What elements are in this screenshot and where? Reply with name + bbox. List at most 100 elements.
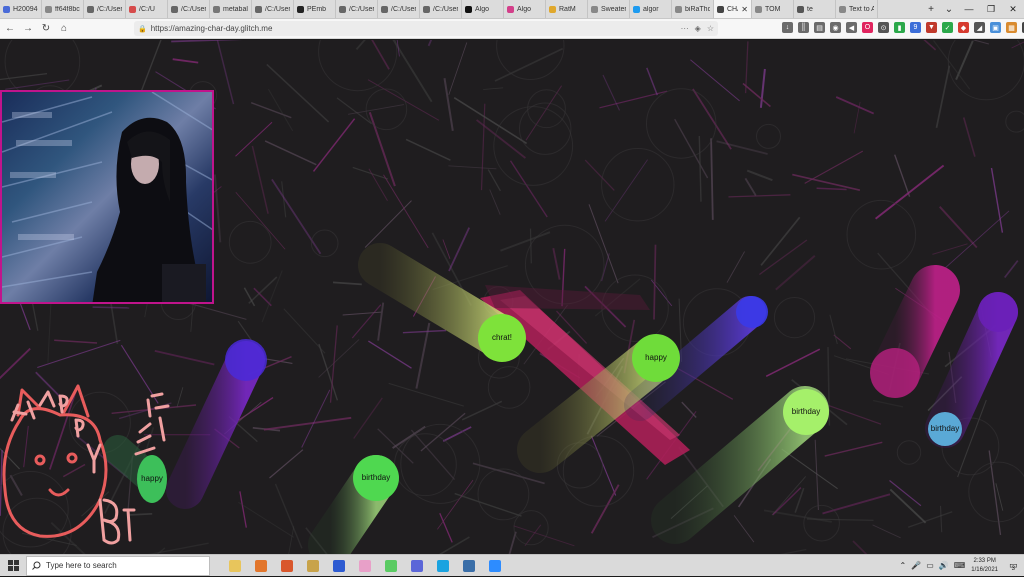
app-icon xyxy=(229,560,241,572)
tray-icon[interactable]: 🎤 xyxy=(911,561,921,570)
scribble-line xyxy=(941,40,989,44)
scribble-line xyxy=(525,525,541,546)
extension-icon[interactable]: O xyxy=(862,22,873,33)
extension-icon[interactable]: ▦ xyxy=(1006,22,1017,33)
taskbar-app-button[interactable] xyxy=(458,555,480,577)
url-text[interactable]: https://amazing-char-day.glitch.me xyxy=(151,24,273,33)
browser-tab[interactable]: Algo xyxy=(462,0,504,18)
browser-tab[interactable]: /C:/User xyxy=(378,0,420,18)
browser-tab[interactable]: ff64f8bc xyxy=(42,0,84,18)
scribble-line xyxy=(455,494,522,516)
browser-tab[interactable]: biRaThday xyxy=(672,0,714,18)
app-icon xyxy=(307,560,319,572)
browser-tab[interactable]: /C:/Users xyxy=(168,0,210,18)
tab-label: H20094-1 xyxy=(13,6,38,13)
taskbar-app-button[interactable] xyxy=(302,555,324,577)
taskbar-app-button[interactable] xyxy=(354,555,376,577)
browser-tab[interactable]: metaball xyxy=(210,0,252,18)
browser-tab[interactable]: Sweater R xyxy=(588,0,630,18)
page-actions-icon[interactable]: ··· xyxy=(681,24,689,33)
scribble-loop xyxy=(494,107,573,186)
address-bar[interactable]: 🔒 https://amazing-char-day.glitch.me ···… xyxy=(134,21,718,36)
page-canvas[interactable]: chrat! happy birthday birthday happy bir… xyxy=(0,40,1024,554)
reload-button[interactable]: ↻ xyxy=(38,21,54,37)
extension-icon[interactable]: ✓ xyxy=(942,22,953,33)
scribble-line xyxy=(817,188,847,189)
extension-toolbar: ↓║▤◉◀O⊙▮9▼✓◆◢▣▦≡ xyxy=(782,22,1024,33)
extension-icon[interactable]: ║ xyxy=(798,22,809,33)
browser-tab[interactable]: RatM xyxy=(546,0,588,18)
extension-icon[interactable]: ▤ xyxy=(814,22,825,33)
taskbar-app-button[interactable] xyxy=(380,555,402,577)
tab-list-button[interactable]: ⌄ xyxy=(940,0,958,18)
browser-tab[interactable]: /C:/User xyxy=(336,0,378,18)
browser-tab[interactable]: PEmb xyxy=(294,0,336,18)
tab-label: RatM xyxy=(559,6,576,13)
tab-favicon-icon xyxy=(297,6,304,13)
scribble-line xyxy=(177,387,183,407)
extension-icon[interactable]: ⊙ xyxy=(878,22,889,33)
close-window-button[interactable]: ✕ xyxy=(1002,0,1024,18)
back-button[interactable]: ← xyxy=(2,21,18,37)
bookmark-star-icon[interactable]: ☆ xyxy=(707,24,714,33)
taskbar-search-box[interactable]: Type here to search xyxy=(26,556,210,576)
scribble-line xyxy=(488,170,500,191)
scribble-line xyxy=(992,168,1003,233)
taskbar-app-button[interactable] xyxy=(484,555,506,577)
clock[interactable]: 2:33 PM 1/16/2021 xyxy=(971,557,998,575)
pocket-icon[interactable]: ◈ xyxy=(695,24,701,33)
extension-icon[interactable]: ▮ xyxy=(894,22,905,33)
start-button[interactable] xyxy=(0,555,26,577)
scribble-line xyxy=(734,515,754,542)
maximize-button[interactable]: ❐ xyxy=(980,0,1002,18)
browser-tab[interactable]: algor xyxy=(630,0,672,18)
browser-tab[interactable]: /C:/User xyxy=(252,0,294,18)
scribble-line xyxy=(302,390,330,448)
tab-label: metaball xyxy=(223,6,248,13)
scribble-line xyxy=(853,541,876,554)
browser-tab[interactable]: te xyxy=(794,0,836,18)
forward-button[interactable]: → xyxy=(20,21,36,37)
taskbar-app-button[interactable] xyxy=(276,555,298,577)
extension-icon[interactable]: 9 xyxy=(910,22,921,33)
extension-icon[interactable]: ▼ xyxy=(926,22,937,33)
tab-favicon-icon xyxy=(507,6,514,13)
minimize-button[interactable]: — xyxy=(958,0,980,18)
scribble-line xyxy=(0,450,2,516)
scribble-line xyxy=(511,161,548,217)
scribble-line xyxy=(908,512,952,528)
taskbar-app-button[interactable] xyxy=(224,555,246,577)
extension-icon[interactable]: ◢ xyxy=(974,22,985,33)
browser-tab[interactable]: Algo xyxy=(504,0,546,18)
browser-tab[interactable]: TOM xyxy=(752,0,794,18)
tray-icon[interactable]: ▭ xyxy=(926,561,934,570)
extension-icon[interactable]: ◉ xyxy=(830,22,841,33)
browser-tab[interactable]: /C:/User xyxy=(84,0,126,18)
tab-active[interactable]: CHAR✕ xyxy=(714,0,752,18)
browser-tab[interactable]: /C:/U xyxy=(126,0,168,18)
taskbar-app-button[interactable] xyxy=(406,555,428,577)
tab-label: /C:/User xyxy=(97,6,122,13)
extension-icon[interactable]: ↓ xyxy=(782,22,793,33)
scribble-line xyxy=(343,312,382,315)
scribble-line xyxy=(10,475,22,495)
extension-icon[interactable]: ◀ xyxy=(846,22,857,33)
tray-icon[interactable]: 🔊 xyxy=(939,561,949,570)
scribble-line xyxy=(389,383,464,406)
taskbar-app-button[interactable] xyxy=(432,555,454,577)
taskbar-app-button[interactable] xyxy=(328,555,350,577)
extension-icon[interactable]: ▣ xyxy=(990,22,1001,33)
notifications-button[interactable]: ▭ 3 xyxy=(1004,558,1020,574)
home-button[interactable]: ⌂ xyxy=(56,21,72,37)
tube-purple-left xyxy=(185,360,246,490)
extension-icon[interactable]: ◆ xyxy=(958,22,969,33)
new-tab-button[interactable]: + xyxy=(922,0,940,18)
tray-icon[interactable]: ⌨ xyxy=(954,561,966,570)
taskbar-app-button[interactable] xyxy=(250,555,272,577)
close-tab-icon[interactable]: ✕ xyxy=(741,5,748,14)
tray-icon[interactable]: ⌃ xyxy=(900,561,907,570)
browser-tab[interactable]: H20094-1 xyxy=(0,0,42,18)
browser-tab[interactable]: /C:/User xyxy=(420,0,462,18)
browser-tab[interactable]: Text to AS xyxy=(836,0,878,18)
scribble-line xyxy=(873,401,903,407)
